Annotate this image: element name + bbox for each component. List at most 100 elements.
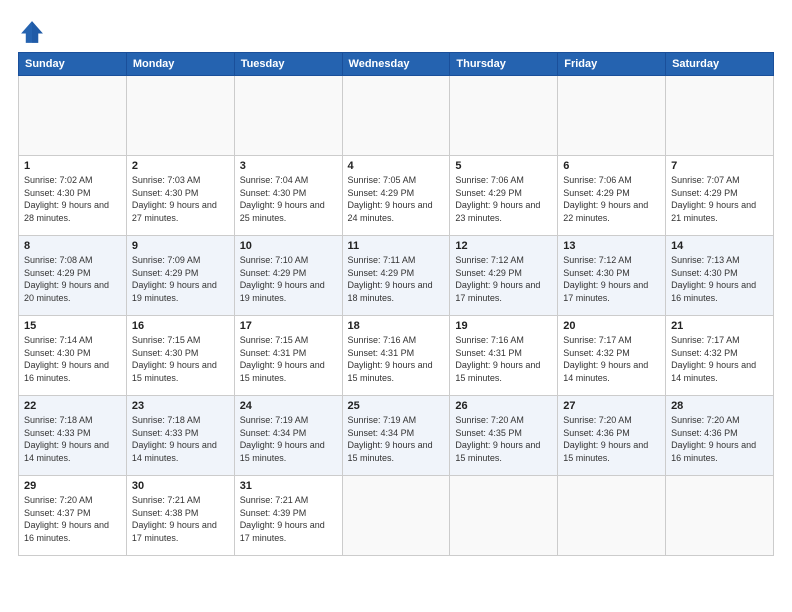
calendar-day-cell: 10 Sunrise: 7:10 AMSunset: 4:29 PMDaylig… xyxy=(234,236,342,316)
day-number: 8 xyxy=(24,240,121,252)
calendar-week-row: 22 Sunrise: 7:18 AMSunset: 4:33 PMDaylig… xyxy=(19,396,774,476)
day-info: Sunrise: 7:12 AMSunset: 4:30 PMDaylight:… xyxy=(563,254,660,304)
calendar-day-cell: 26 Sunrise: 7:20 AMSunset: 4:35 PMDaylig… xyxy=(450,396,558,476)
day-info: Sunrise: 7:21 AMSunset: 4:39 PMDaylight:… xyxy=(240,494,337,544)
day-number: 23 xyxy=(132,400,229,412)
calendar-day-header: Thursday xyxy=(450,53,558,76)
day-number: 9 xyxy=(132,240,229,252)
day-number: 11 xyxy=(348,240,445,252)
calendar-day-cell: 18 Sunrise: 7:16 AMSunset: 4:31 PMDaylig… xyxy=(342,316,450,396)
calendar-day-cell: 31 Sunrise: 7:21 AMSunset: 4:39 PMDaylig… xyxy=(234,476,342,556)
calendar-day-cell: 15 Sunrise: 7:14 AMSunset: 4:30 PMDaylig… xyxy=(19,316,127,396)
logo-icon xyxy=(18,18,46,46)
calendar-day-cell: 3 Sunrise: 7:04 AMSunset: 4:30 PMDayligh… xyxy=(234,156,342,236)
day-info: Sunrise: 7:16 AMSunset: 4:31 PMDaylight:… xyxy=(455,334,552,384)
day-number: 10 xyxy=(240,240,337,252)
day-info: Sunrise: 7:04 AMSunset: 4:30 PMDaylight:… xyxy=(240,174,337,224)
day-number: 16 xyxy=(132,320,229,332)
day-number: 20 xyxy=(563,320,660,332)
day-number: 24 xyxy=(240,400,337,412)
day-number: 21 xyxy=(671,320,768,332)
day-number: 29 xyxy=(24,480,121,492)
calendar-day-cell xyxy=(666,476,774,556)
calendar-day-cell xyxy=(558,76,666,156)
day-number: 28 xyxy=(671,400,768,412)
day-number: 14 xyxy=(671,240,768,252)
day-info: Sunrise: 7:21 AMSunset: 4:38 PMDaylight:… xyxy=(132,494,229,544)
day-info: Sunrise: 7:15 AMSunset: 4:30 PMDaylight:… xyxy=(132,334,229,384)
calendar-day-cell: 29 Sunrise: 7:20 AMSunset: 4:37 PMDaylig… xyxy=(19,476,127,556)
calendar-day-cell: 30 Sunrise: 7:21 AMSunset: 4:38 PMDaylig… xyxy=(126,476,234,556)
day-info: Sunrise: 7:07 AMSunset: 4:29 PMDaylight:… xyxy=(671,174,768,224)
calendar-day-cell xyxy=(666,76,774,156)
calendar-day-cell: 8 Sunrise: 7:08 AMSunset: 4:29 PMDayligh… xyxy=(19,236,127,316)
day-info: Sunrise: 7:19 AMSunset: 4:34 PMDaylight:… xyxy=(348,414,445,464)
calendar-day-cell: 22 Sunrise: 7:18 AMSunset: 4:33 PMDaylig… xyxy=(19,396,127,476)
day-number: 3 xyxy=(240,160,337,172)
calendar-header-row: SundayMondayTuesdayWednesdayThursdayFrid… xyxy=(19,53,774,76)
calendar-day-cell: 2 Sunrise: 7:03 AMSunset: 4:30 PMDayligh… xyxy=(126,156,234,236)
day-info: Sunrise: 7:20 AMSunset: 4:35 PMDaylight:… xyxy=(455,414,552,464)
calendar-day-cell: 11 Sunrise: 7:11 AMSunset: 4:29 PMDaylig… xyxy=(342,236,450,316)
day-number: 15 xyxy=(24,320,121,332)
day-info: Sunrise: 7:09 AMSunset: 4:29 PMDaylight:… xyxy=(132,254,229,304)
calendar-week-row: 29 Sunrise: 7:20 AMSunset: 4:37 PMDaylig… xyxy=(19,476,774,556)
calendar-day-cell xyxy=(558,476,666,556)
calendar-day-cell: 6 Sunrise: 7:06 AMSunset: 4:29 PMDayligh… xyxy=(558,156,666,236)
calendar-week-row: 1 Sunrise: 7:02 AMSunset: 4:30 PMDayligh… xyxy=(19,156,774,236)
calendar-day-header: Sunday xyxy=(19,53,127,76)
day-info: Sunrise: 7:12 AMSunset: 4:29 PMDaylight:… xyxy=(455,254,552,304)
day-info: Sunrise: 7:02 AMSunset: 4:30 PMDaylight:… xyxy=(24,174,121,224)
day-number: 30 xyxy=(132,480,229,492)
calendar-day-cell: 21 Sunrise: 7:17 AMSunset: 4:32 PMDaylig… xyxy=(666,316,774,396)
day-number: 18 xyxy=(348,320,445,332)
calendar-day-cell xyxy=(450,476,558,556)
day-number: 27 xyxy=(563,400,660,412)
calendar-day-header: Friday xyxy=(558,53,666,76)
calendar-day-cell: 19 Sunrise: 7:16 AMSunset: 4:31 PMDaylig… xyxy=(450,316,558,396)
calendar-day-cell: 16 Sunrise: 7:15 AMSunset: 4:30 PMDaylig… xyxy=(126,316,234,396)
calendar-day-cell: 13 Sunrise: 7:12 AMSunset: 4:30 PMDaylig… xyxy=(558,236,666,316)
day-number: 7 xyxy=(671,160,768,172)
day-info: Sunrise: 7:03 AMSunset: 4:30 PMDaylight:… xyxy=(132,174,229,224)
day-number: 31 xyxy=(240,480,337,492)
calendar-day-cell xyxy=(342,76,450,156)
day-info: Sunrise: 7:15 AMSunset: 4:31 PMDaylight:… xyxy=(240,334,337,384)
calendar-day-cell xyxy=(450,76,558,156)
day-info: Sunrise: 7:11 AMSunset: 4:29 PMDaylight:… xyxy=(348,254,445,304)
day-info: Sunrise: 7:10 AMSunset: 4:29 PMDaylight:… xyxy=(240,254,337,304)
calendar-day-cell: 9 Sunrise: 7:09 AMSunset: 4:29 PMDayligh… xyxy=(126,236,234,316)
page-header xyxy=(18,18,774,46)
calendar-day-cell: 23 Sunrise: 7:18 AMSunset: 4:33 PMDaylig… xyxy=(126,396,234,476)
calendar-day-cell xyxy=(19,76,127,156)
day-number: 19 xyxy=(455,320,552,332)
day-info: Sunrise: 7:06 AMSunset: 4:29 PMDaylight:… xyxy=(455,174,552,224)
day-number: 2 xyxy=(132,160,229,172)
day-info: Sunrise: 7:20 AMSunset: 4:37 PMDaylight:… xyxy=(24,494,121,544)
calendar-week-row xyxy=(19,76,774,156)
calendar-day-cell xyxy=(126,76,234,156)
calendar-day-cell xyxy=(234,76,342,156)
calendar-day-cell: 28 Sunrise: 7:20 AMSunset: 4:36 PMDaylig… xyxy=(666,396,774,476)
calendar-day-cell: 14 Sunrise: 7:13 AMSunset: 4:30 PMDaylig… xyxy=(666,236,774,316)
day-info: Sunrise: 7:08 AMSunset: 4:29 PMDaylight:… xyxy=(24,254,121,304)
day-number: 17 xyxy=(240,320,337,332)
day-number: 26 xyxy=(455,400,552,412)
calendar-day-cell: 1 Sunrise: 7:02 AMSunset: 4:30 PMDayligh… xyxy=(19,156,127,236)
calendar-day-header: Tuesday xyxy=(234,53,342,76)
calendar-day-cell: 5 Sunrise: 7:06 AMSunset: 4:29 PMDayligh… xyxy=(450,156,558,236)
calendar-day-cell: 4 Sunrise: 7:05 AMSunset: 4:29 PMDayligh… xyxy=(342,156,450,236)
day-number: 6 xyxy=(563,160,660,172)
calendar-table: SundayMondayTuesdayWednesdayThursdayFrid… xyxy=(18,52,774,556)
day-info: Sunrise: 7:18 AMSunset: 4:33 PMDaylight:… xyxy=(132,414,229,464)
day-info: Sunrise: 7:18 AMSunset: 4:33 PMDaylight:… xyxy=(24,414,121,464)
calendar-day-cell xyxy=(342,476,450,556)
day-info: Sunrise: 7:05 AMSunset: 4:29 PMDaylight:… xyxy=(348,174,445,224)
day-info: Sunrise: 7:16 AMSunset: 4:31 PMDaylight:… xyxy=(348,334,445,384)
day-number: 5 xyxy=(455,160,552,172)
day-info: Sunrise: 7:17 AMSunset: 4:32 PMDaylight:… xyxy=(563,334,660,384)
day-info: Sunrise: 7:17 AMSunset: 4:32 PMDaylight:… xyxy=(671,334,768,384)
logo xyxy=(18,18,50,46)
calendar-day-header: Monday xyxy=(126,53,234,76)
day-number: 13 xyxy=(563,240,660,252)
